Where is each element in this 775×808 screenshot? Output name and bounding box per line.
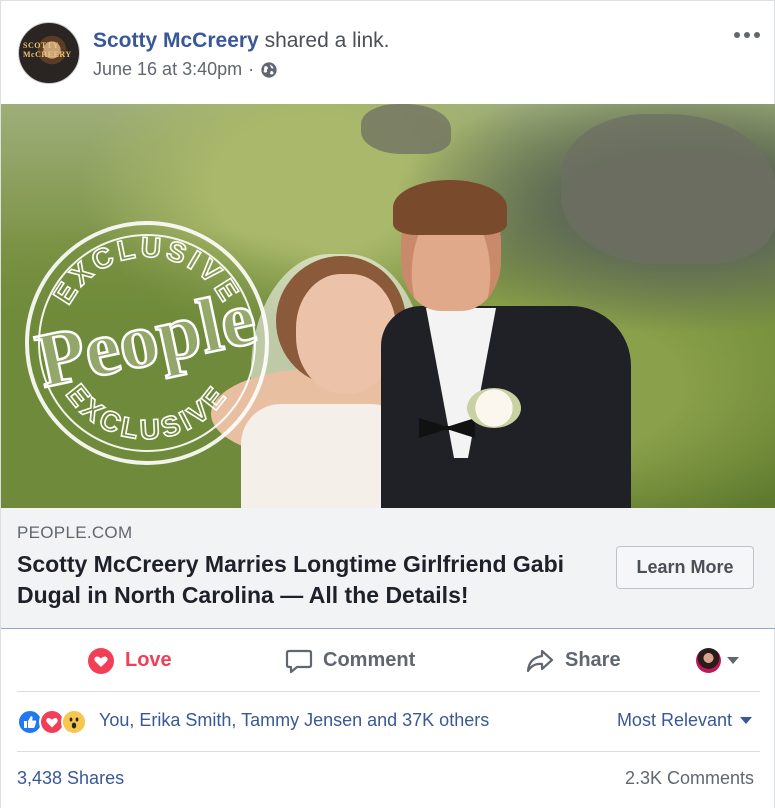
comment-icon bbox=[285, 649, 313, 673]
share-label: Share bbox=[565, 649, 621, 671]
more-options-icon[interactable] bbox=[734, 29, 762, 41]
comments-count[interactable]: 2.3K Comments bbox=[625, 768, 754, 789]
post-photo[interactable]: EXCLUSIVE EXCLUSIVE People bbox=[1, 104, 775, 508]
comment-button[interactable]: Comment bbox=[285, 629, 415, 692]
post-card: SCOTTY McCREERY Scotty McCreery shared a… bbox=[0, 0, 775, 808]
reaction-summary[interactable]: You, Erika Smith, Tammy Jensen and 37K o… bbox=[99, 710, 489, 731]
learn-more-button[interactable]: Learn More bbox=[616, 546, 754, 589]
rock-outcrop bbox=[361, 104, 451, 154]
chevron-down-icon bbox=[727, 657, 739, 664]
chevron-down-icon bbox=[740, 717, 752, 724]
link-headline[interactable]: Scotty McCreery Marries Longtime Girlfri… bbox=[17, 549, 597, 611]
love-label: Love bbox=[125, 649, 172, 671]
post-meta: June 16 at 3:40pm · bbox=[93, 59, 278, 80]
avatar-logo-text: SCOTTY McCREERY bbox=[23, 41, 72, 59]
most-relevant-dropdown[interactable]: Most Relevant bbox=[617, 710, 752, 731]
wow-reaction-icon bbox=[61, 709, 87, 735]
post-header: SCOTTY McCREERY Scotty McCreery shared a… bbox=[1, 1, 775, 104]
share-icon bbox=[526, 649, 554, 672]
shares-count[interactable]: 3,438 Shares bbox=[17, 768, 124, 789]
share-button[interactable]: Share bbox=[525, 629, 621, 692]
link-domain: PEOPLE.COM bbox=[17, 523, 133, 542]
author-line: Scotty McCreery shared a link. bbox=[93, 28, 389, 54]
people-exclusive-stamp: EXCLUSIVE EXCLUSIVE People bbox=[25, 221, 269, 465]
author-name-link[interactable]: Scotty McCreery bbox=[93, 29, 259, 52]
action-bar: Love Comment Share bbox=[17, 629, 760, 692]
comment-label: Comment bbox=[323, 649, 416, 671]
react-as-selector[interactable] bbox=[696, 648, 739, 673]
meta-separator: · bbox=[248, 59, 255, 79]
reactions-row: You, Erika Smith, Tammy Jensen and 37K o… bbox=[17, 692, 760, 752]
author-avatar[interactable]: SCOTTY McCREERY bbox=[18, 22, 80, 84]
reaction-icons[interactable] bbox=[17, 709, 87, 735]
groom-figure bbox=[381, 180, 631, 508]
love-icon bbox=[88, 647, 114, 674]
author-action-text: shared a link. bbox=[264, 29, 390, 52]
globe-icon[interactable] bbox=[260, 61, 278, 79]
post-timestamp[interactable]: June 16 at 3:40pm bbox=[93, 59, 242, 80]
boutonniere bbox=[467, 388, 521, 428]
love-button[interactable]: Love bbox=[87, 629, 172, 692]
sort-label: Most Relevant bbox=[616, 710, 732, 730]
viewer-avatar bbox=[696, 648, 721, 673]
